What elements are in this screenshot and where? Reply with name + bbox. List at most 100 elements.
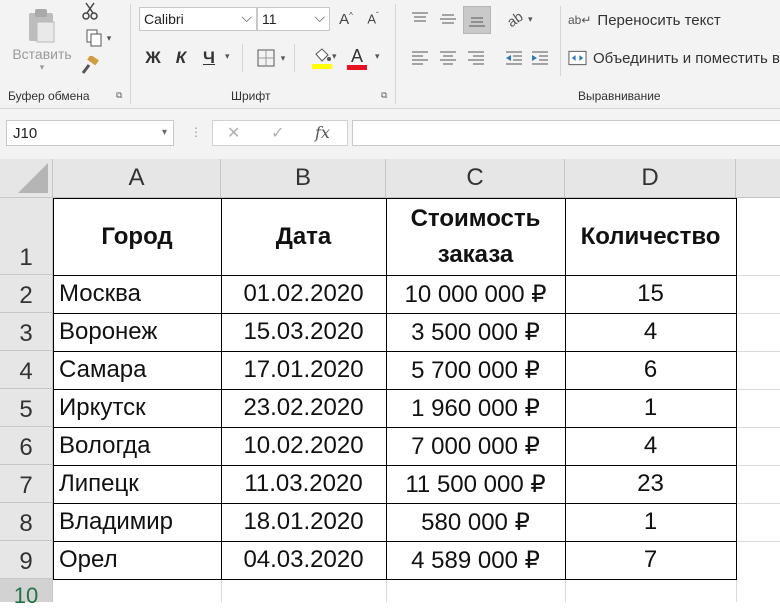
cell-cost[interactable]: 10 000 000 ₽ — [386, 275, 565, 313]
align-bottom-icon — [469, 17, 485, 27]
cell-city[interactable]: Москва — [53, 275, 221, 313]
font-size-select[interactable]: 11 ⌵ — [257, 7, 330, 31]
underline-button[interactable]: Ч — [198, 46, 220, 70]
decrease-indent-button[interactable] — [502, 45, 526, 71]
column-header-b[interactable]: B — [221, 159, 386, 198]
row-header-1[interactable]: 1 — [0, 198, 53, 275]
gridline — [736, 275, 780, 276]
align-left-button[interactable] — [407, 45, 433, 71]
cell-city[interactable]: Липецк — [53, 465, 221, 503]
divider — [242, 44, 243, 72]
cell-cost[interactable]: 3 500 000 ₽ — [386, 313, 565, 351]
name-box[interactable]: J10 ▾ — [6, 120, 174, 146]
cell-date[interactable]: 10.02.2020 — [221, 427, 386, 465]
italic-button[interactable]: К — [170, 46, 192, 70]
cell-city[interactable]: Воронеж — [53, 313, 221, 351]
paint-bucket-icon — [315, 47, 331, 62]
align-right-button[interactable] — [463, 45, 489, 71]
column-header-d[interactable]: D — [565, 159, 736, 198]
chevron-down-icon: ▾ — [39, 61, 45, 72]
row-header-8[interactable]: 8 — [0, 503, 53, 541]
copy-button[interactable]: ▾ — [80, 27, 116, 49]
cut-button[interactable] — [80, 0, 100, 22]
cell-date[interactable]: 17.01.2020 — [221, 351, 386, 389]
dialog-launcher-icon[interactable]: ⧉ — [381, 90, 387, 101]
cell-quantity[interactable]: 6 — [565, 351, 736, 389]
align-center-button[interactable] — [435, 45, 461, 71]
cell-cost[interactable]: 5 700 000 ₽ — [386, 351, 565, 389]
align-bottom-button[interactable] — [463, 6, 491, 34]
cell-date[interactable]: 23.02.2020 — [221, 389, 386, 427]
header-cell-quantity[interactable]: Количество — [565, 198, 736, 275]
cell-date[interactable]: 04.03.2020 — [221, 541, 386, 579]
bold-button[interactable]: Ж — [142, 46, 164, 70]
cancel-icon[interactable]: ✕ — [227, 123, 240, 143]
cell-city[interactable]: Владимир — [53, 503, 221, 541]
cell-city[interactable]: Вологда — [53, 427, 221, 465]
increase-font-size-button[interactable]: A^ — [336, 7, 356, 31]
chevron-down-icon[interactable]: ▾ — [225, 51, 230, 62]
fill-color-swatch — [312, 63, 332, 69]
cell-date[interactable]: 01.02.2020 — [221, 275, 386, 313]
cell-city[interactable]: Иркутск — [53, 389, 221, 427]
cell-cost[interactable]: 4 589 000 ₽ — [386, 541, 565, 579]
row-header-10[interactable]: 10 — [0, 579, 53, 608]
decrease-font-size-button[interactable]: Aˇ — [363, 7, 383, 31]
header-cell-date[interactable]: Дата — [221, 198, 386, 275]
select-all-icon — [18, 163, 48, 193]
column-header-a[interactable]: A — [53, 159, 221, 198]
header-cell-city[interactable]: Город — [53, 198, 221, 275]
cell-quantity[interactable]: 1 — [565, 503, 736, 541]
enter-icon[interactable]: ✓ — [271, 123, 284, 143]
cell-cost[interactable]: 580 000 ₽ — [386, 503, 565, 541]
cell-date[interactable]: 11.03.2020 — [221, 465, 386, 503]
column-header-e[interactable] — [736, 159, 780, 198]
row-header-3[interactable]: 3 — [0, 313, 53, 351]
cell-quantity[interactable]: 4 — [565, 427, 736, 465]
orientation-button[interactable]: ab ▾ — [502, 6, 538, 32]
row-header-9[interactable]: 9 — [0, 541, 53, 579]
wrap-text-button[interactable]: ab↵ Переносить текст — [568, 8, 780, 32]
cell-quantity[interactable]: 1 — [565, 389, 736, 427]
row-header-6[interactable]: 6 — [0, 427, 53, 465]
row-header-4[interactable]: 4 — [0, 351, 53, 389]
format-painter-button[interactable] — [80, 54, 100, 76]
cell-date[interactable]: 18.01.2020 — [221, 503, 386, 541]
chevron-down-icon: ⌵ — [314, 9, 325, 25]
cell-cost[interactable]: 7 000 000 ₽ — [386, 427, 565, 465]
dialog-launcher-icon[interactable]: ⧉ — [116, 90, 122, 101]
row-header-5[interactable]: 5 — [0, 389, 53, 427]
header-cell-cost[interactable]: Стоимость заказа — [386, 198, 565, 275]
cell-date[interactable]: 15.03.2020 — [221, 313, 386, 351]
formula-input[interactable] — [352, 120, 780, 146]
insert-function-icon[interactable]: fx — [315, 123, 330, 142]
align-top-button[interactable] — [407, 6, 433, 32]
increase-indent-button[interactable] — [528, 45, 552, 71]
cell-quantity[interactable]: 15 — [565, 275, 736, 313]
borders-button[interactable]: ▾ — [252, 46, 290, 70]
cell-cost[interactable]: 11 500 000 ₽ — [386, 465, 565, 503]
cell-quantity[interactable]: 4 — [565, 313, 736, 351]
chevron-down-icon[interactable]: ▾ — [332, 51, 337, 62]
cell-city[interactable]: Орел — [53, 541, 221, 579]
merge-center-button[interactable]: Объединить и поместить в — [568, 46, 780, 70]
clipboard-group-label: Буфер обмена — [8, 89, 90, 103]
select-all-button[interactable] — [0, 159, 53, 198]
row-header-7[interactable]: 7 — [0, 465, 53, 503]
cell-quantity[interactable]: 7 — [565, 541, 736, 579]
paste-button[interactable]: Вставить ▾ — [4, 2, 80, 78]
gridline — [736, 465, 780, 466]
cell-cost[interactable]: 1 960 000 ₽ — [386, 389, 565, 427]
column-header-c[interactable]: C — [386, 159, 565, 198]
ribbon: Вставить ▾ ▾ Буфер обмена ⧉ Calibri ⌵ 11… — [0, 0, 780, 109]
drag-handle-icon[interactable]: ⋮ — [190, 125, 202, 139]
row-header-2[interactable]: 2 — [0, 275, 53, 313]
font-color-button[interactable]: A — [344, 44, 370, 72]
orientation-icon: ab — [504, 7, 527, 31]
cell-city[interactable]: Самара — [53, 351, 221, 389]
chevron-down-icon[interactable]: ▾ — [375, 51, 380, 62]
cell-quantity[interactable]: 23 — [565, 465, 736, 503]
align-middle-button[interactable] — [435, 6, 461, 32]
gridline — [736, 541, 780, 542]
font-name-select[interactable]: Calibri ⌵ — [139, 7, 257, 31]
